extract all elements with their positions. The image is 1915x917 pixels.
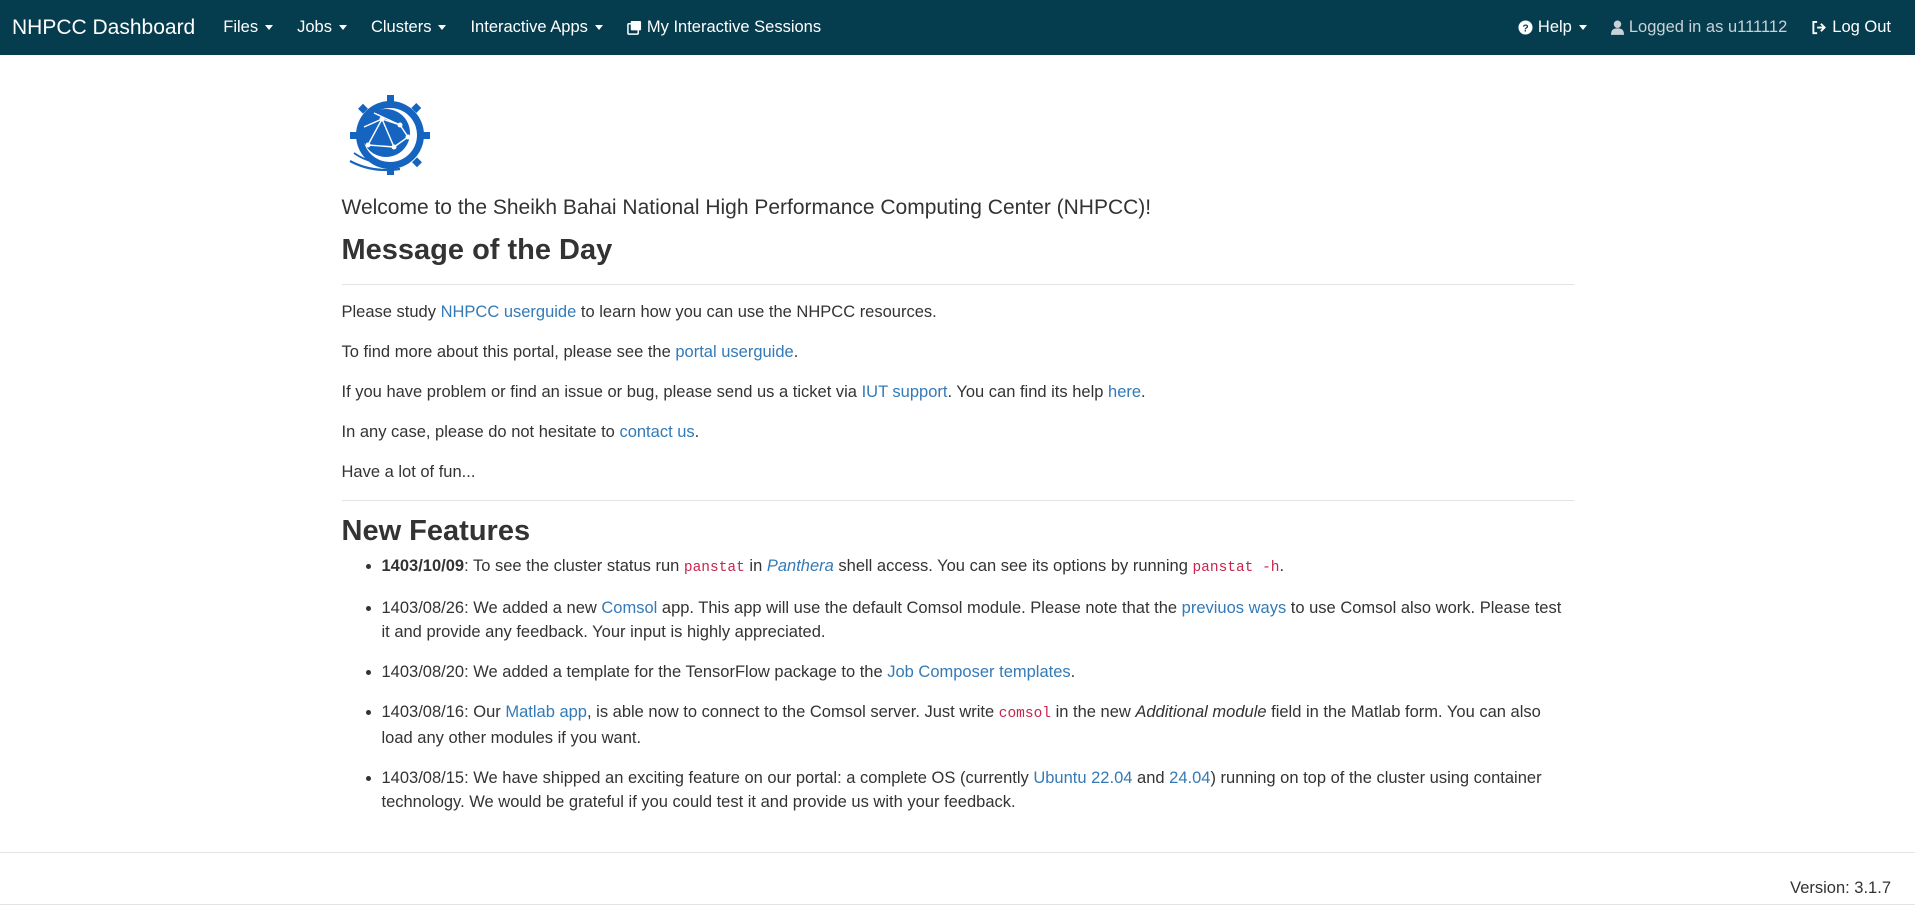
svg-text:?: ? bbox=[1522, 23, 1528, 34]
inline-code: panstat -h bbox=[1192, 560, 1280, 576]
text: . You can find its help bbox=[947, 383, 1109, 401]
text: . bbox=[1279, 557, 1285, 575]
footer-divider bbox=[0, 852, 1915, 853]
ubuntu-2204-link[interactable]: Ubuntu 22.04 bbox=[1033, 769, 1132, 787]
text: Please study bbox=[341, 303, 441, 321]
feature-item: 1403/08/15: We have shipped an exciting … bbox=[382, 766, 1574, 814]
motd-heading: Message of the Day bbox=[341, 234, 613, 266]
caret-down-icon bbox=[265, 25, 274, 30]
feature-item: 1403/08/26: We added a new Comsol app. T… bbox=[382, 596, 1574, 644]
text: 1403/08/15: We have shipped an exciting … bbox=[381, 769, 1034, 787]
clusters-menu[interactable]: Clusters bbox=[359, 0, 459, 55]
navbar-left: NHPCC Dashboard Files Jobs Clusters Inte… bbox=[12, 0, 833, 55]
jobs-menu-label: Jobs bbox=[297, 18, 332, 36]
question-circle-icon: ? bbox=[1518, 20, 1533, 35]
sign-out-icon bbox=[1811, 20, 1827, 35]
support-help-link[interactable]: here bbox=[1108, 383, 1141, 401]
files-menu-label: Files bbox=[223, 18, 259, 36]
text: app. This app will use the default Comso… bbox=[657, 599, 1182, 617]
text: . bbox=[694, 423, 700, 441]
text: and bbox=[1132, 769, 1170, 787]
features-list: 1403/10/09: To see the cluster status ru… bbox=[342, 554, 1574, 814]
text: To find more about this portal, please s… bbox=[341, 343, 676, 361]
text: 1403/08/20: We added a template for the … bbox=[381, 663, 888, 681]
text: to learn how you can use the NHPCC resou… bbox=[576, 303, 937, 321]
feature-item: 1403/10/09: To see the cluster status ru… bbox=[382, 554, 1574, 580]
text: : To see the cluster status run bbox=[464, 557, 684, 575]
portal-userguide-link[interactable]: portal userguide bbox=[675, 343, 793, 361]
motd-paragraph-support: If you have problem or find an issue or … bbox=[342, 372, 1574, 412]
ubuntu-2404-link[interactable]: 24.04 bbox=[1169, 769, 1210, 787]
contact-us-link[interactable]: contact us bbox=[619, 423, 694, 441]
caret-down-icon bbox=[438, 25, 447, 30]
inline-code: panstat bbox=[683, 560, 745, 576]
job-composer-templates-link[interactable]: Job Composer templates bbox=[887, 663, 1070, 681]
emphasis-text: Additional module bbox=[1135, 703, 1267, 721]
text: If you have problem or find an issue or … bbox=[341, 383, 862, 401]
text: 1403/08/16: Our bbox=[381, 703, 506, 721]
text: in bbox=[744, 557, 767, 575]
panthera-link[interactable]: Panthera bbox=[767, 557, 834, 575]
welcome-text: Welcome to the Sheikh Bahai National Hig… bbox=[341, 196, 1152, 219]
caret-down-icon bbox=[1578, 25, 1587, 30]
nhpcc-userguide-link[interactable]: NHPCC userguide bbox=[441, 303, 577, 321]
navbar-right: ? Help Logged in as u111112 Log Out bbox=[1506, 0, 1903, 55]
caret-down-icon bbox=[338, 25, 347, 30]
top-navbar: NHPCC Dashboard Files Jobs Clusters Inte… bbox=[0, 0, 1915, 55]
divider bbox=[341, 500, 1574, 501]
files-menu[interactable]: Files bbox=[211, 0, 285, 55]
divider bbox=[341, 284, 1574, 285]
sessions-label: My Interactive Sessions bbox=[646, 18, 822, 36]
caret-down-icon bbox=[594, 25, 603, 30]
text: . bbox=[1141, 383, 1146, 401]
motd-body: Please study NHPCC userguide to learn ho… bbox=[342, 292, 1574, 492]
motd-paragraph-fun: Have a lot of fun... bbox=[341, 463, 476, 481]
interactive-apps-menu-label: Interactive Apps bbox=[470, 18, 588, 36]
brand-link[interactable]: NHPCC Dashboard bbox=[12, 16, 195, 40]
my-interactive-sessions-link[interactable]: My Interactive Sessions bbox=[615, 0, 833, 55]
text: . bbox=[1070, 663, 1076, 681]
user-icon bbox=[1610, 20, 1624, 35]
motd-paragraph-contact: In any case, please do not hesitate to c… bbox=[342, 412, 1574, 452]
interactive-apps-menu[interactable]: Interactive Apps bbox=[458, 0, 614, 55]
feature-item: 1403/08/20: We added a template for the … bbox=[382, 660, 1574, 684]
logout-label: Log Out bbox=[1832, 18, 1891, 36]
comsol-link[interactable]: Comsol bbox=[601, 599, 657, 617]
feature-date: 1403/10/09 bbox=[381, 557, 465, 575]
help-menu-label: Help bbox=[1537, 18, 1572, 36]
panthera-text: Panthera bbox=[766, 557, 834, 575]
motd-paragraph-userguide: Please study NHPCC userguide to learn ho… bbox=[342, 292, 1574, 332]
clusters-menu-label: Clusters bbox=[370, 18, 432, 36]
sessions-icon bbox=[627, 20, 642, 35]
logged-in-user: Logged in as u111112 bbox=[1599, 0, 1799, 55]
new-features-heading: New Features bbox=[341, 515, 531, 547]
text: In any case, please do not hesitate to bbox=[341, 423, 620, 441]
logged-in-label: Logged in as u111112 bbox=[1628, 18, 1788, 36]
logout-link[interactable]: Log Out bbox=[1799, 0, 1903, 55]
footer: Version: 3.1.7 bbox=[0, 852, 1915, 905]
previous-ways-link[interactable]: previuos ways bbox=[1182, 599, 1287, 617]
version-text: Version: 3.1.7 bbox=[1790, 879, 1891, 897]
main-content: Welcome to the Sheikh Bahai National Hig… bbox=[341, 55, 1574, 814]
jobs-menu[interactable]: Jobs bbox=[285, 0, 359, 55]
motd-paragraph-portal: To find more about this portal, please s… bbox=[342, 332, 1574, 372]
inline-code: comsol bbox=[998, 706, 1051, 722]
text: , is able now to connect to the Comsol s… bbox=[586, 703, 999, 721]
iut-support-link[interactable]: IUT support bbox=[862, 383, 948, 401]
footer-divider bbox=[0, 904, 1915, 905]
text: in the new bbox=[1050, 703, 1136, 721]
matlab-app-link[interactable]: Matlab app bbox=[505, 703, 587, 721]
text: . bbox=[793, 343, 799, 361]
feature-item: 1403/08/16: Our Matlab app, is able now … bbox=[382, 700, 1574, 750]
text: 1403/08/26: We added a new bbox=[381, 599, 602, 617]
help-menu[interactable]: ? Help bbox=[1506, 0, 1599, 55]
nhpcc-logo bbox=[348, 95, 430, 175]
text: shell access. You can see its options by… bbox=[833, 557, 1193, 575]
